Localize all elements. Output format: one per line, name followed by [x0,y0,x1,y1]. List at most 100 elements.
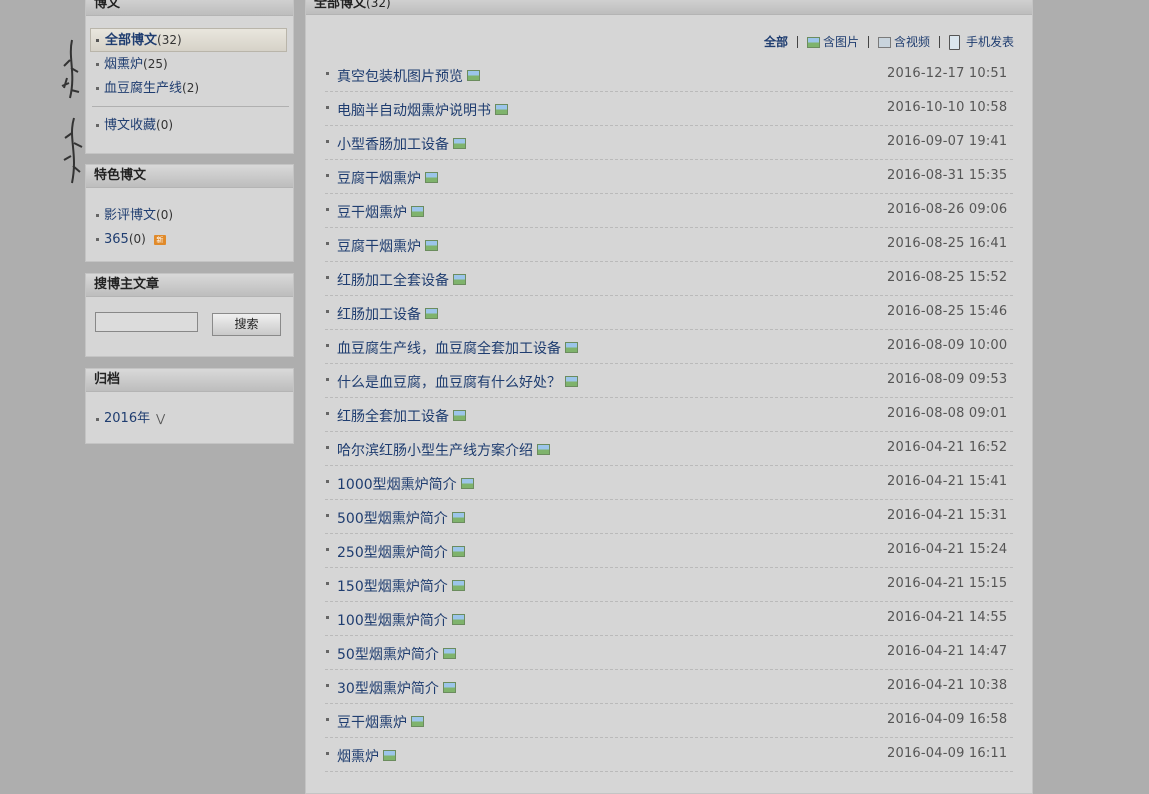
filter-all[interactable]: 全部 [764,33,788,51]
post-title-link[interactable]: 真空包装机图片预览 [337,69,463,85]
post-row: 30型烟熏炉简介 2016-04-21 10:38 [325,670,1013,704]
filter-bar: 全部 含图片 含视频 手机发表 [764,33,1014,51]
post-title-link[interactable]: 小型香肠加工设备 [337,137,449,153]
post-date: 2016-08-08 09:01 [887,406,1008,421]
favorites-label[interactable]: 博文收藏 [104,118,156,133]
new-badge-icon: 新 [153,235,166,245]
divider [92,106,289,107]
post-title-link[interactable]: 哈尔滨红肠小型生产线方案介绍 [337,443,533,459]
post-title-wrap: 真空包装机图片预览 [337,66,480,86]
post-date: 2016-04-09 16:11 [887,746,1008,761]
post-date: 2016-09-07 19:41 [887,134,1008,149]
post-title-link[interactable]: 100型烟熏炉简介 [337,613,448,629]
filter-with-pictures[interactable]: 含图片 [823,33,859,51]
post-title-wrap: 红肠加工全套设备 [337,270,466,290]
post-title-link[interactable]: 1000型烟熏炉简介 [337,477,457,493]
filter-with-video[interactable]: 含视频 [894,33,930,51]
picture-icon [411,206,424,217]
search-input[interactable] [95,312,198,332]
post-title-wrap: 哈尔滨红肠小型生产线方案介绍 [337,440,550,460]
decorative-ink-plant-icon [61,39,83,184]
category-blood-tofu-line[interactable]: 血豆腐生产线(2) [86,76,293,100]
post-title-link[interactable]: 电脑半自动烟熏炉说明书 [337,103,491,119]
bullet [326,412,329,415]
category-all-posts[interactable]: 全部博文(32) [90,28,287,52]
picture-icon [806,36,820,48]
favorites-count: (0) [156,118,174,132]
post-row: 100型烟熏炉简介 2016-04-21 14:55 [325,602,1013,636]
category-label[interactable]: 全部博文 [105,33,157,48]
post-title-wrap: 豆干烟熏炉 [337,712,424,732]
post-title-link[interactable]: 什么是血豆腐，血豆腐有什么好处？ [337,375,561,391]
chevron-down-icon[interactable]: ⋁ [156,407,165,431]
post-title-link[interactable]: 豆腐干烟熏炉 [337,171,421,187]
post-date: 2016-04-21 10:38 [887,678,1008,693]
picture-icon [425,240,438,251]
picture-icon [451,580,465,591]
post-title-link[interactable]: 150型烟熏炉简介 [337,579,448,595]
filter-mobile[interactable]: 手机发表 [966,33,1014,51]
picture-icon [460,478,474,489]
post-title-link[interactable]: 红肠全套加工设备 [337,409,449,425]
post-title-link[interactable]: 豆干烟熏炉 [337,205,407,221]
post-title-link[interactable]: 红肠加工全套设备 [337,273,449,289]
post-title-link[interactable]: 500型烟熏炉简介 [337,511,448,527]
bullet [326,718,329,721]
bullet [326,616,329,619]
picture-icon [453,138,466,149]
post-title-link[interactable]: 50型烟熏炉简介 [337,647,439,663]
post-row: 豆干烟熏炉 2016-08-26 09:06 [325,194,1013,228]
picture-icon [453,274,466,285]
post-date: 2016-04-21 15:24 [887,542,1008,557]
archive-year-item[interactable]: 2016年 ⋁ [86,407,293,431]
post-title-wrap: 豆腐干烟熏炉 [337,168,438,188]
picture-icon [425,172,438,183]
featured-count: (0) [128,232,146,246]
category-count: (32) [157,33,182,47]
post-date: 2016-08-09 10:00 [887,338,1008,353]
post-title-link[interactable]: 血豆腐生产线，血豆腐全套加工设备 [337,341,561,357]
post-title-wrap: 豆腐干烟熏炉 [337,236,438,256]
post-title-wrap: 什么是血豆腐，血豆腐有什么好处？ [337,372,578,392]
featured-count: (0) [156,208,174,222]
picture-icon [537,444,550,455]
bullet [326,242,329,245]
post-title-wrap: 250型烟熏炉简介 [337,542,465,562]
archive-panel-title: 归档 [86,369,293,392]
featured-label[interactable]: 365 [104,232,129,247]
post-title-wrap: 30型烟熏炉简介 [337,678,456,698]
video-icon [877,36,891,48]
post-title-link[interactable]: 豆腐干烟熏炉 [337,239,421,255]
search-button[interactable]: 搜索 [212,313,281,336]
post-title-link[interactable]: 红肠加工设备 [337,307,421,323]
archive-year-label[interactable]: 2016年 [104,411,150,426]
post-title-wrap: 电脑半自动烟熏炉说明书 [337,100,508,120]
category-label[interactable]: 烟熏炉 [104,57,143,72]
featured-item-film-review[interactable]: 影评博文(0) [86,203,293,227]
picture-icon [442,648,456,659]
post-row: 150型烟熏炉简介 2016-04-21 15:15 [325,568,1013,602]
featured-posts-panel: 特色博文 影评博文(0) 365(0) 新 [85,164,294,262]
category-label[interactable]: 血豆腐生产线 [104,81,182,96]
post-date: 2016-08-26 09:06 [887,202,1008,217]
bullet [326,72,329,75]
post-title-link[interactable]: 烟熏炉 [337,749,379,765]
bullet [326,174,329,177]
post-date: 2016-08-09 09:53 [887,372,1008,387]
favorites-link[interactable]: 博文收藏(0) [86,113,293,137]
post-title-link[interactable]: 豆干烟熏炉 [337,715,407,731]
post-row: 真空包装机图片预览 2016-12-17 10:51 [325,58,1013,92]
post-title-link[interactable]: 250型烟熏炉简介 [337,545,448,561]
category-smoker[interactable]: 烟熏炉(25) [86,52,293,76]
picture-icon [453,410,466,421]
post-date: 2016-04-21 14:55 [887,610,1008,625]
picture-icon [451,512,465,523]
post-title-link[interactable]: 30型烟熏炉简介 [337,681,439,697]
post-date: 2016-04-21 15:31 [887,508,1008,523]
featured-item-365[interactable]: 365(0) 新 [86,227,293,251]
bullet [326,582,329,585]
divider [938,36,940,48]
featured-label[interactable]: 影评博文 [104,208,156,223]
post-title-wrap: 豆干烟熏炉 [337,202,424,222]
post-date: 2016-04-21 15:15 [887,576,1008,591]
